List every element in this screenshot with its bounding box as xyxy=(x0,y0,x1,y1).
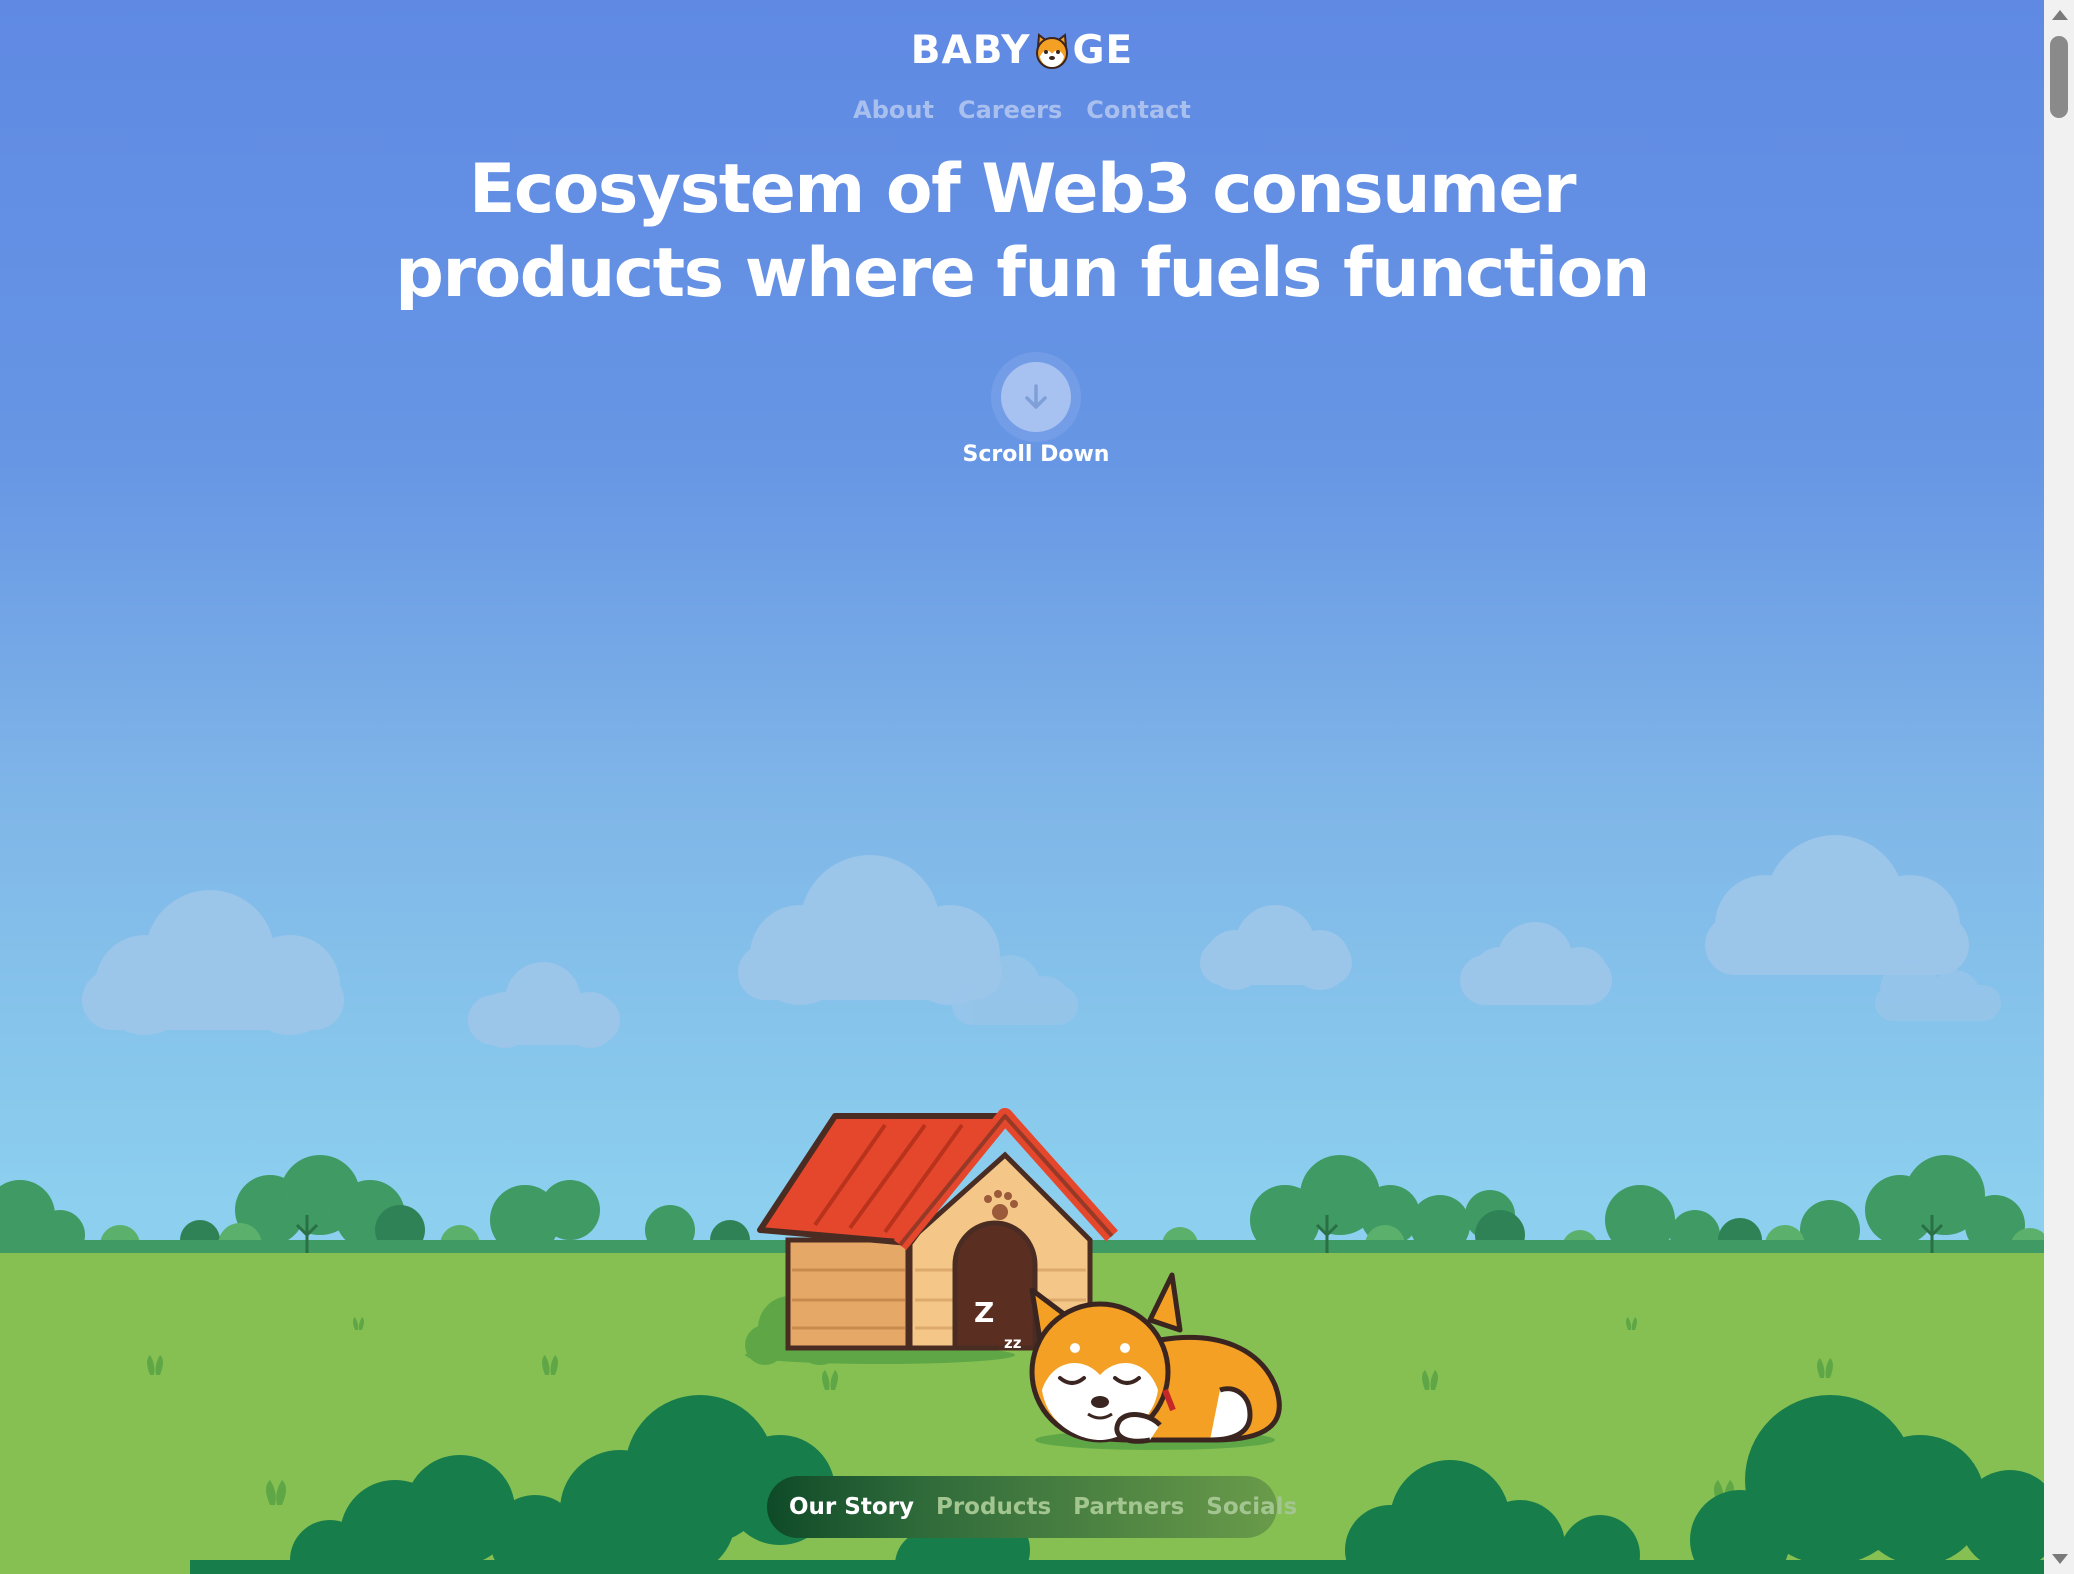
hero-title-line2: products where fun fuels function xyxy=(395,234,1650,313)
cloud xyxy=(82,890,344,1035)
nav-contact-link[interactable]: Contact xyxy=(1086,96,1191,124)
cloud xyxy=(1875,960,2001,1021)
babydoge-logo[interactable]: BABY GE xyxy=(0,28,2044,79)
section-nav: Our Story Products Partners Socials xyxy=(767,1476,1297,1538)
nav-about-link[interactable]: About xyxy=(853,96,934,124)
cloud xyxy=(468,962,620,1048)
landing-page: BABY GE About Careers Contact Ecosystem o… xyxy=(0,0,2044,1574)
vertical-scrollbar[interactable] xyxy=(2044,0,2074,1574)
sleep-z-text: Z xyxy=(974,1296,995,1329)
dog-house xyxy=(745,1108,1118,1365)
cloud xyxy=(1200,905,1352,990)
cloud xyxy=(952,955,1078,1025)
scrollbar-thumb[interactable] xyxy=(2050,36,2068,118)
section-nav-products[interactable]: Products xyxy=(936,1494,1051,1520)
cloud xyxy=(1460,922,1612,1005)
top-nav: About Careers Contact xyxy=(0,96,2044,124)
scroll-up-arrow-icon[interactable] xyxy=(2052,10,2068,20)
hero-title-line1: Ecosystem of Web3 consumer xyxy=(468,150,1577,229)
cloud xyxy=(1705,835,1969,975)
section-nav-our-story[interactable]: Our Story xyxy=(789,1494,914,1520)
sleep-zz-text: zz xyxy=(1004,1334,1022,1352)
clouds xyxy=(82,835,2001,1048)
sleeping-dog-illustration xyxy=(1029,1272,1282,1450)
logo-text-right: GE xyxy=(1072,28,1134,73)
arrow-down-icon xyxy=(1025,384,1047,409)
section-nav-socials[interactable]: Socials xyxy=(1206,1494,1297,1520)
nav-careers-link[interactable]: Careers xyxy=(958,96,1062,124)
logo-text-left: BABY xyxy=(910,28,1031,73)
tree-line xyxy=(0,1155,2044,1268)
cloud xyxy=(738,855,1002,1005)
scroll-down-label: Scroll Down xyxy=(962,442,1110,467)
hero-title: Ecosystem of Web3 consumer products wher… xyxy=(0,148,2044,316)
section-nav-partners[interactable]: Partners xyxy=(1073,1494,1184,1520)
dog-face-icon xyxy=(1033,33,1071,79)
scroll-down-arrow-icon[interactable] xyxy=(2052,1554,2068,1564)
scroll-down-button[interactable] xyxy=(1001,362,1071,432)
